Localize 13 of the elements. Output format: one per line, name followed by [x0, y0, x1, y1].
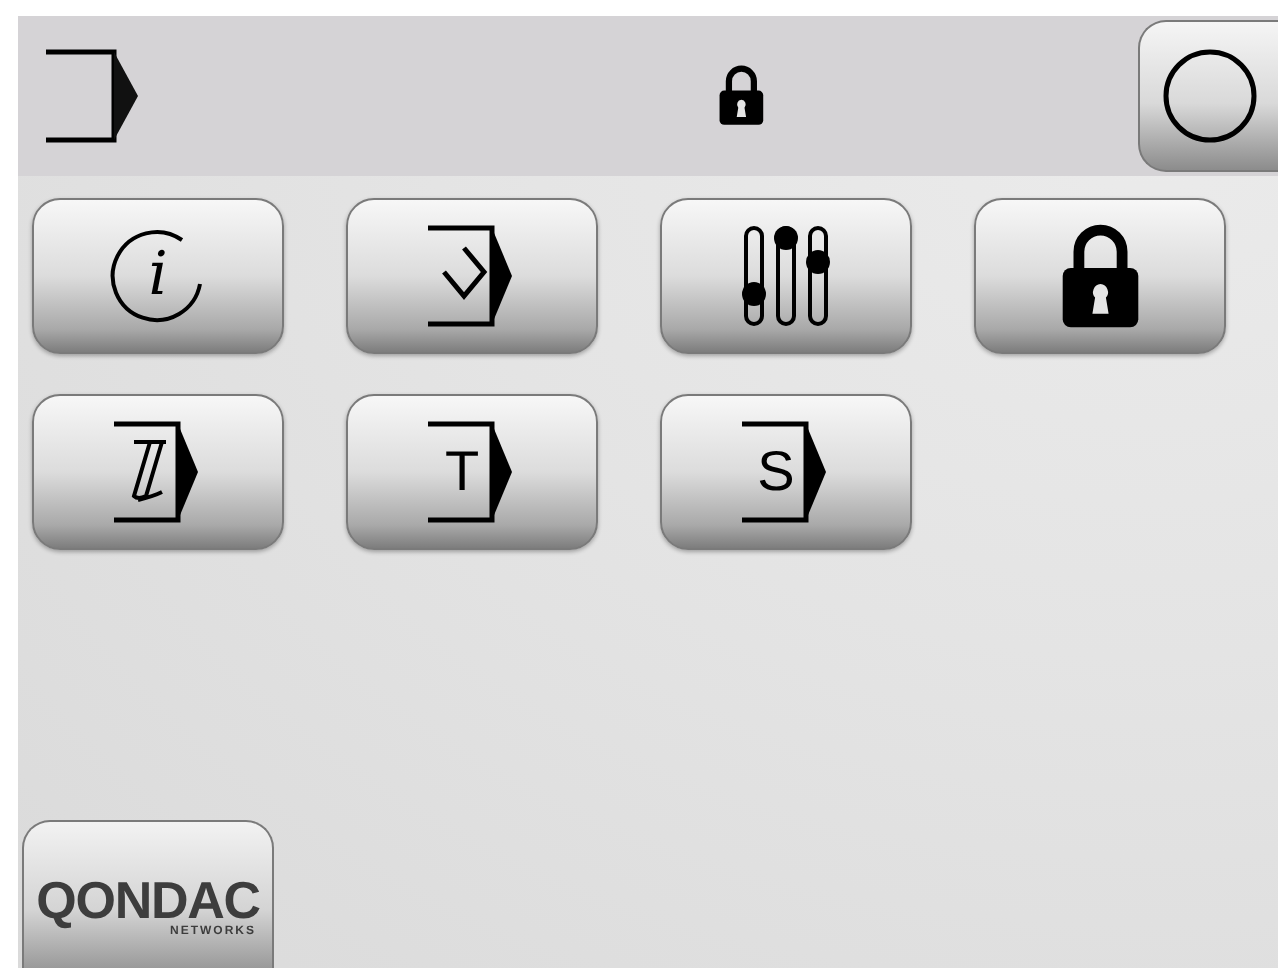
menu-button[interactable]: [346, 198, 598, 354]
menu-button[interactable]: i: [32, 198, 284, 354]
lock-icon: [1059, 222, 1141, 330]
menu-button[interactable]: [660, 198, 912, 354]
circle-icon: [1161, 48, 1257, 144]
menu-button[interactable]: [32, 394, 284, 550]
menu-button[interactable]: [974, 198, 1226, 354]
logo-title: QONDAC: [36, 873, 260, 925]
menu-button[interactable]: T: [346, 394, 598, 550]
lock-status-icon: [718, 64, 766, 128]
sliders-icon: [742, 222, 830, 330]
menu-button[interactable]: S: [660, 394, 912, 550]
circle-button[interactable]: [1138, 20, 1278, 172]
